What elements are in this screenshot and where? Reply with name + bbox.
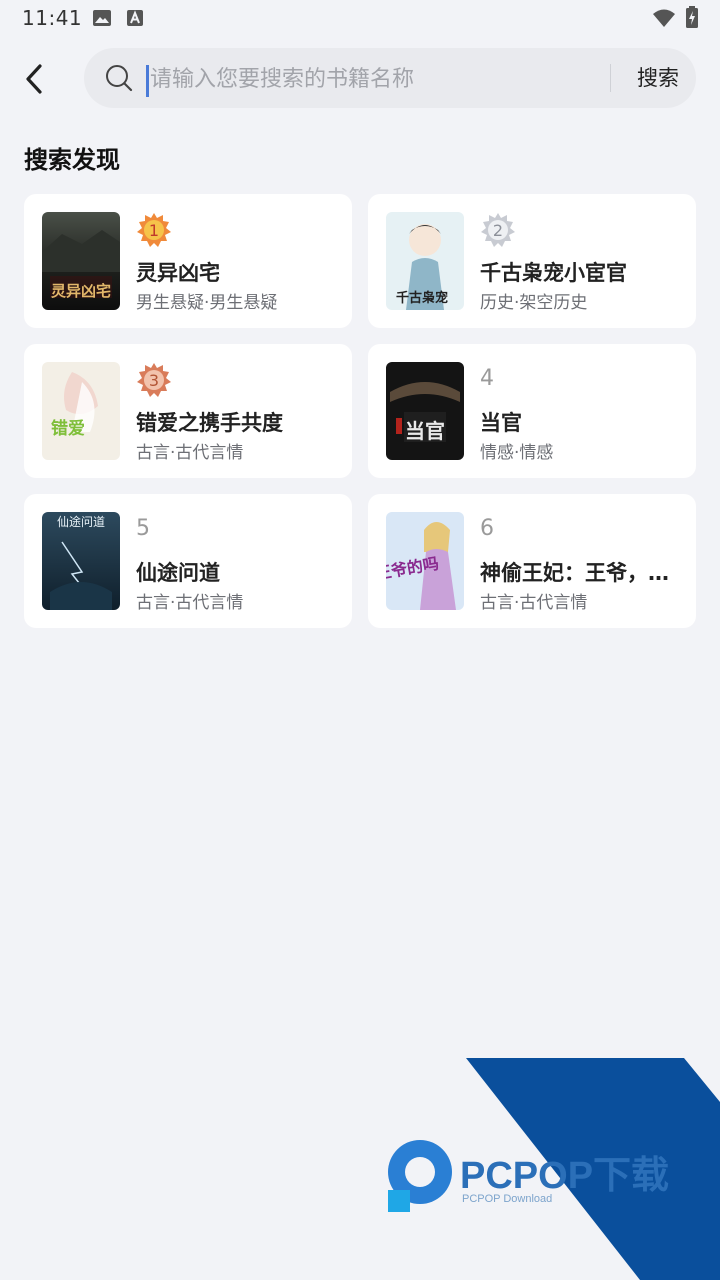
book-cover: 灵异凶宅 <box>42 212 120 310</box>
book-title: 神偷王妃：王爷，你好坏 <box>480 561 680 585</box>
rank-number: 4 <box>480 366 494 391</box>
cover-title-text: 错爱 <box>51 418 85 439</box>
cover-title-text: 灵异凶宅 <box>51 282 111 300</box>
search-input[interactable] <box>148 48 612 110</box>
watermark-brand: PCPOP下载 <box>460 1155 669 1197</box>
book-cover: 千古枭宠 <box>386 212 464 310</box>
book-card-1[interactable]: 灵异凶宅 1 灵异凶宅 男生悬疑·男生悬疑 <box>24 194 352 328</box>
watermark-sub: PCPOP Download <box>462 1193 552 1205</box>
bronze-medal-icon: 3 <box>137 363 171 397</box>
book-title: 灵异凶宅 <box>136 261 220 285</box>
cover-title-text: 仙途问道 <box>57 514 105 529</box>
search-button[interactable]: 搜索 <box>620 48 696 108</box>
gold-medal-icon: 1 <box>137 213 171 247</box>
wifi-icon <box>653 9 675 27</box>
back-arrow-icon[interactable] <box>14 58 56 100</box>
silver-medal-icon: 2 <box>481 213 515 247</box>
book-card-4[interactable]: 当官 4 当官 情感·情感 <box>368 344 696 478</box>
svg-text:1: 1 <box>149 221 159 240</box>
search-icon <box>106 65 133 92</box>
search-divider <box>610 64 611 92</box>
book-title: 错爱之携手共度 <box>136 411 283 435</box>
book-tags: 古言·古代言情 <box>136 443 244 463</box>
section-title: 搜索发现 <box>24 146 120 174</box>
book-tags: 古言·古代言情 <box>136 593 244 613</box>
pcpop-watermark: PCPOP下载 PCPOP Download <box>388 1058 720 1280</box>
book-title: 仙途问道 <box>136 561 220 585</box>
rank-number: 6 <box>480 516 494 541</box>
pcpop-logo-icon <box>388 1140 452 1212</box>
svg-text:2: 2 <box>493 221 503 240</box>
svg-text:3: 3 <box>149 371 159 390</box>
book-title: 千古枭宠小宦官 <box>480 261 627 285</box>
status-bar: 11:41 <box>0 0 720 36</box>
status-time: 11:41 <box>22 6 83 30</box>
image-notification-icon <box>93 10 111 26</box>
cover-title-text: 当官 <box>405 419 445 443</box>
book-card-5[interactable]: 仙途问道 5 仙途问道 古言·古代言情 <box>24 494 352 628</box>
book-card-6[interactable]: 王爷的吗 6 神偷王妃：王爷，你好坏 古言·古代言情 <box>368 494 696 628</box>
search-header: 搜索 <box>0 44 720 114</box>
book-cover: 王爷的吗 <box>386 512 464 610</box>
book-cover: 仙途问道 <box>42 512 120 610</box>
book-title: 当官 <box>480 411 522 435</box>
book-tags: 情感·情感 <box>480 443 554 463</box>
book-card-2[interactable]: 千古枭宠 2 千古枭宠小宦官 历史·架空历史 <box>368 194 696 328</box>
battery-icon <box>686 6 698 28</box>
book-cover: 当官 <box>386 362 464 460</box>
book-tags: 历史·架空历史 <box>480 293 588 313</box>
book-tags: 古言·古代言情 <box>480 593 588 613</box>
book-tags: 男生悬疑·男生悬疑 <box>136 293 278 313</box>
rank-number: 5 <box>136 516 150 541</box>
book-cover: 错爱 <box>42 362 120 460</box>
book-card-3[interactable]: 错爱 3 错爱之携手共度 古言·古代言情 <box>24 344 352 478</box>
search-bar: 搜索 <box>84 48 696 110</box>
font-notification-icon <box>127 10 143 26</box>
cover-title-text: 千古枭宠 <box>396 290 448 306</box>
